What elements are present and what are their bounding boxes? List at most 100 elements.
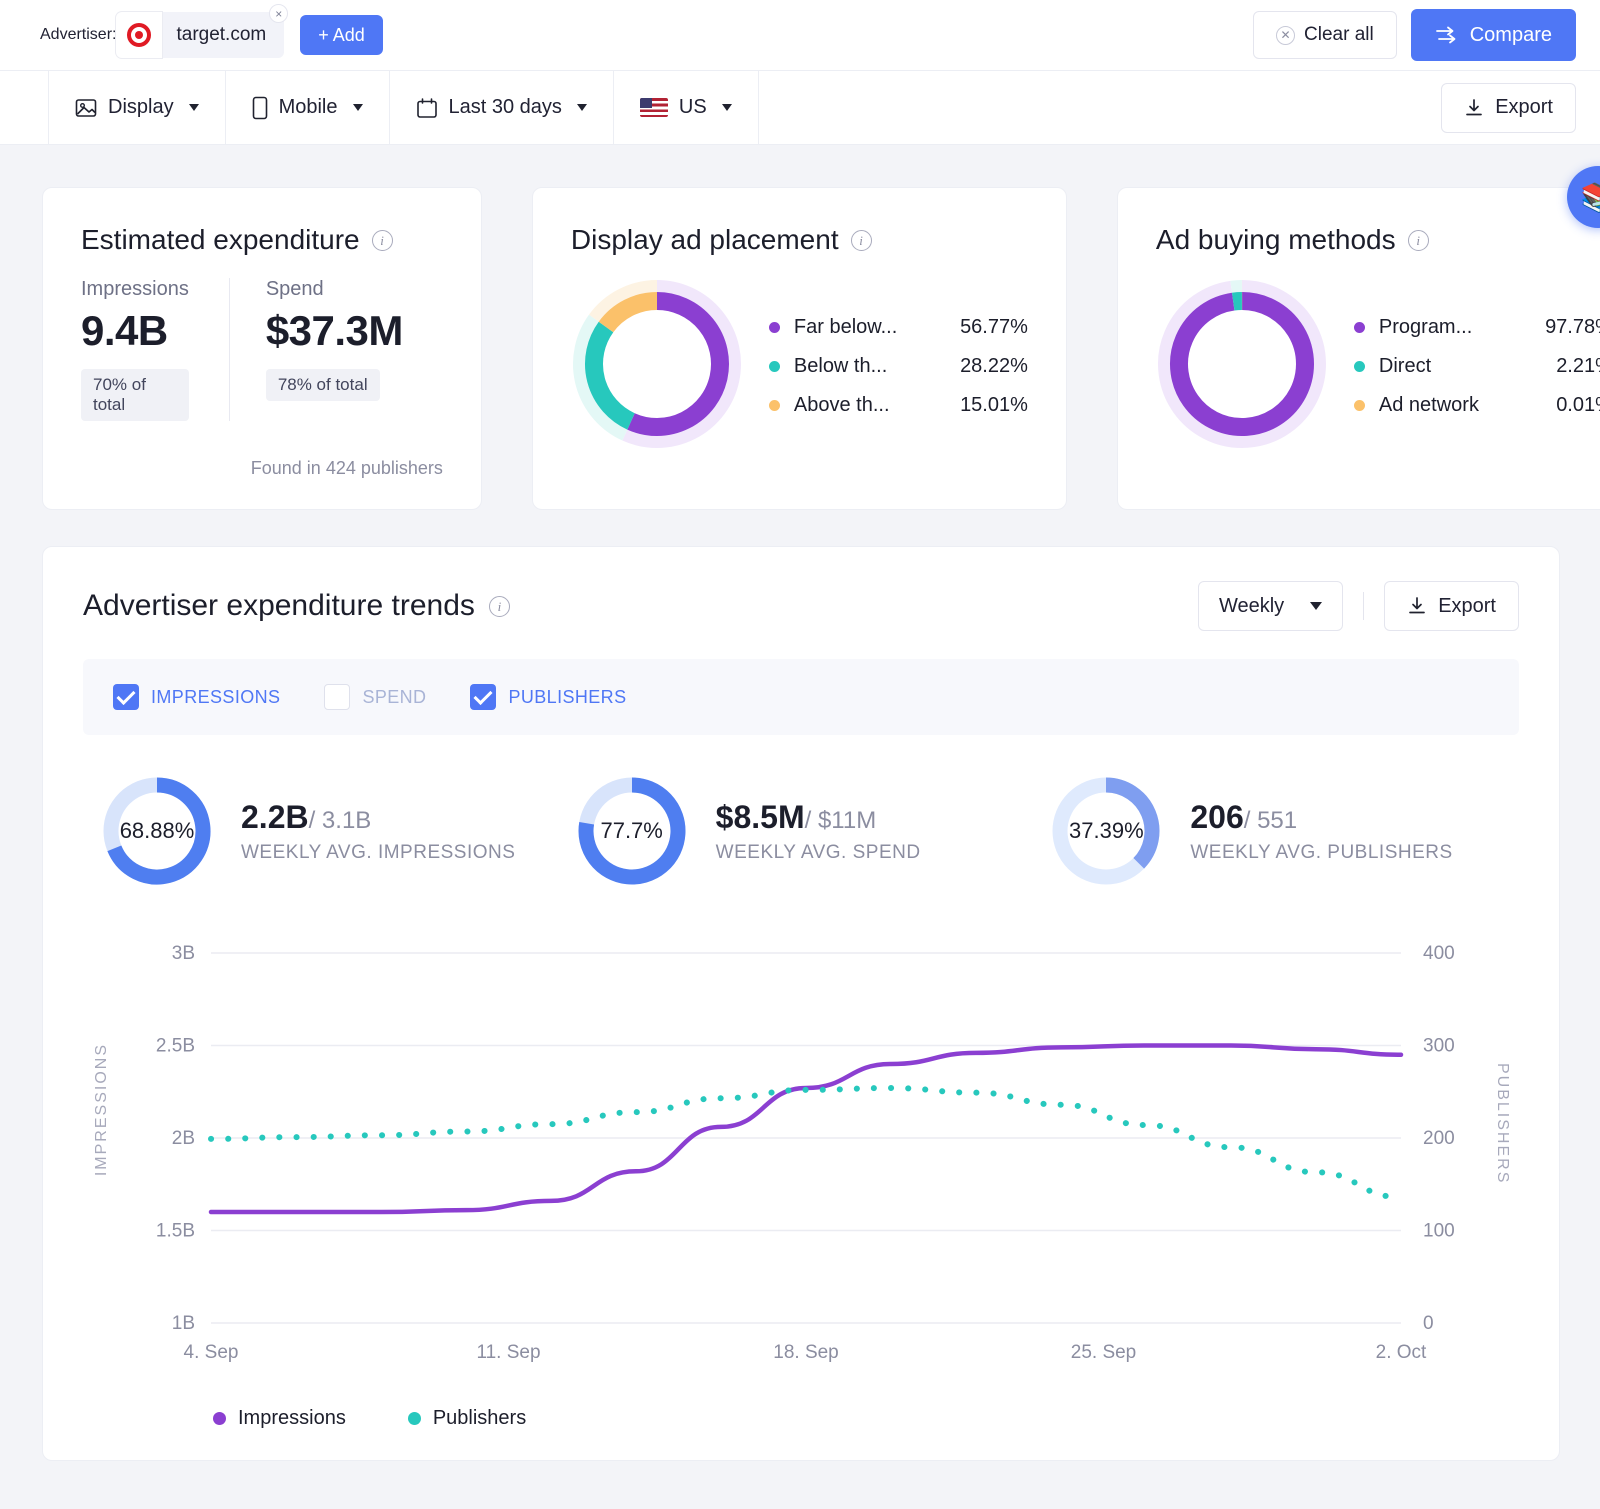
gauge-sub-impressions: / 3.1B xyxy=(309,807,372,834)
metric-impressions-label: Impressions xyxy=(81,278,189,301)
svg-text:3B: 3B xyxy=(172,943,195,964)
expenditure-metrics: Impressions 9.4B 70% of total Spend $37.… xyxy=(81,278,443,421)
filter-display-label: Display xyxy=(108,96,174,119)
svg-text:400: 400 xyxy=(1423,943,1455,964)
right-axis-title: PUBLISHERS xyxy=(1493,1063,1511,1184)
legend-item: Direct 2.21% xyxy=(1354,355,1600,378)
left-axis-title: IMPRESSIONS xyxy=(93,1043,111,1176)
legend-value: 15.01% xyxy=(942,394,1028,417)
add-advertiser-button[interactable]: + Add xyxy=(300,15,383,55)
chart-legend-impressions[interactable]: Impressions xyxy=(213,1407,346,1430)
filter-device-label: Mobile xyxy=(279,96,338,119)
series-toggle-bar: IMPRESSIONS SPEND PUBLISHERS xyxy=(83,659,1519,735)
checkbox-box xyxy=(324,684,350,710)
checkbox-spend[interactable]: SPEND xyxy=(324,684,426,710)
info-icon[interactable]: i xyxy=(489,596,510,617)
gauge-main-spend: $8.5M xyxy=(716,799,805,835)
gauge-ring-impressions: 68.88% xyxy=(95,769,219,893)
metric-impressions: Impressions 9.4B 70% of total xyxy=(81,278,229,421)
gauge-spend: 77.7% $8.5M/ $11M WEEKLY AVG. SPEND xyxy=(570,769,1045,893)
gauge-percent-publishers: 37.39% xyxy=(1044,769,1168,893)
gauge-text-publishers: 206/ 551 WEEKLY AVG. PUBLISHERS xyxy=(1190,799,1452,864)
info-icon[interactable]: i xyxy=(372,230,393,251)
gauge-sub-publishers: / 551 xyxy=(1244,807,1297,834)
filter-date-range-label: Last 30 days xyxy=(449,96,562,119)
gauge-text-spend: $8.5M/ $11M WEEKLY AVG. SPEND xyxy=(716,799,921,864)
card-display-ad-placement: Display ad placement i Far below... 56.7… xyxy=(532,187,1067,510)
chart-legend-publishers-label: Publishers xyxy=(433,1407,526,1430)
export-button-trends[interactable]: Export xyxy=(1384,581,1519,631)
svg-text:300: 300 xyxy=(1423,1036,1455,1057)
filter-date-range[interactable]: Last 30 days xyxy=(390,71,614,144)
buying-donut-wrap: Program... 97.78% Direct 2.21% Ad networ… xyxy=(1156,278,1600,450)
close-icon[interactable]: × xyxy=(269,4,288,23)
chart-legend: Impressions Publishers xyxy=(83,1383,1519,1430)
metric-spend-value: $37.3M xyxy=(266,307,403,355)
gauge-impressions: 68.88% 2.2B/ 3.1B WEEKLY AVG. IMPRESSION… xyxy=(95,769,570,893)
export-button-top[interactable]: Export xyxy=(1441,83,1576,133)
svg-text:18. Sep: 18. Sep xyxy=(773,1342,839,1363)
legend-color-dot xyxy=(1354,361,1365,372)
metric-impressions-pill: 70% of total xyxy=(81,369,189,421)
advertiser-bar: Advertiser: target.com × + Add ✕ Clear a… xyxy=(0,0,1600,70)
books-emoji-icon: 📚 xyxy=(1580,181,1600,214)
info-icon[interactable]: i xyxy=(1408,230,1429,251)
kpi-gauges: 68.88% 2.2B/ 3.1B WEEKLY AVG. IMPRESSION… xyxy=(83,769,1519,893)
info-icon[interactable]: i xyxy=(851,230,872,251)
compare-label: Compare xyxy=(1470,24,1552,47)
legend-item: Above th... 15.01% xyxy=(769,394,1028,417)
buying-donut-chart xyxy=(1156,278,1328,450)
filter-device[interactable]: Mobile xyxy=(226,71,390,144)
calendar-icon xyxy=(416,97,438,119)
chevron-down-icon xyxy=(353,104,363,111)
gauge-caption-publishers: WEEKLY AVG. PUBLISHERS xyxy=(1190,842,1452,864)
compare-button[interactable]: Compare xyxy=(1411,9,1576,61)
books-fab-button[interactable]: 📚 xyxy=(1567,166,1600,228)
card-title-expenditure-text: Estimated expenditure xyxy=(81,224,360,256)
card-title-expenditure: Estimated expenditure i xyxy=(81,224,443,256)
filter-country[interactable]: US xyxy=(614,71,759,144)
divider xyxy=(1363,592,1364,620)
filter-display[interactable]: Display xyxy=(48,71,226,144)
trends-controls: Weekly Export xyxy=(1198,581,1519,631)
card-ad-buying-methods: 📚 Ad buying methods i Program... 97.78% … xyxy=(1117,187,1600,510)
legend-label: Ad network xyxy=(1379,394,1527,417)
svg-text:1B: 1B xyxy=(172,1313,195,1334)
filter-bar: Display Mobile Last 30 days US Export xyxy=(0,70,1600,145)
legend-label: Far below... xyxy=(794,316,942,339)
legend-label: Program... xyxy=(1379,316,1527,339)
clear-all-button[interactable]: ✕ Clear all xyxy=(1253,11,1397,59)
legend-color-dot xyxy=(769,400,780,411)
clear-all-label: Clear all xyxy=(1304,24,1374,46)
svg-text:25. Sep: 25. Sep xyxy=(1071,1342,1137,1363)
placement-legend: Far below... 56.77% Below th... 28.22% A… xyxy=(769,312,1028,417)
gauge-percent-impressions: 68.88% xyxy=(95,769,219,893)
legend-color-dot xyxy=(213,1412,226,1425)
gauge-ring-spend: 77.7% xyxy=(570,769,694,893)
legend-color-dot xyxy=(1354,400,1365,411)
advertiser-chip[interactable]: target.com × xyxy=(116,12,284,58)
checkbox-impressions-label: IMPRESSIONS xyxy=(151,687,280,708)
legend-value: 97.78% xyxy=(1527,316,1600,339)
gauge-caption-spend: WEEKLY AVG. SPEND xyxy=(716,842,921,864)
legend-value: 56.77% xyxy=(942,316,1028,339)
export-label-trends: Export xyxy=(1438,595,1496,618)
us-flag-icon xyxy=(640,98,668,117)
checkbox-box xyxy=(113,684,139,710)
chart-legend-publishers[interactable]: Publishers xyxy=(408,1407,526,1430)
checkbox-publishers[interactable]: PUBLISHERS xyxy=(470,684,626,710)
legend-label: Below th... xyxy=(794,355,942,378)
card-title-buying-text: Ad buying methods xyxy=(1156,224,1396,256)
legend-value: 2.21% xyxy=(1527,355,1600,378)
legend-label: Above th... xyxy=(794,394,942,417)
checkbox-impressions[interactable]: IMPRESSIONS xyxy=(113,684,280,710)
close-circle-icon: ✕ xyxy=(1276,26,1295,45)
svg-text:100: 100 xyxy=(1423,1221,1455,1242)
compare-arrows-icon xyxy=(1435,26,1459,44)
legend-color-dot xyxy=(769,322,780,333)
legend-value: 0.01% xyxy=(1527,394,1600,417)
legend-item: Program... 97.78% xyxy=(1354,316,1600,339)
granularity-select[interactable]: Weekly xyxy=(1198,581,1343,631)
target-logo-icon xyxy=(116,12,162,58)
svg-text:11. Sep: 11. Sep xyxy=(476,1342,540,1363)
